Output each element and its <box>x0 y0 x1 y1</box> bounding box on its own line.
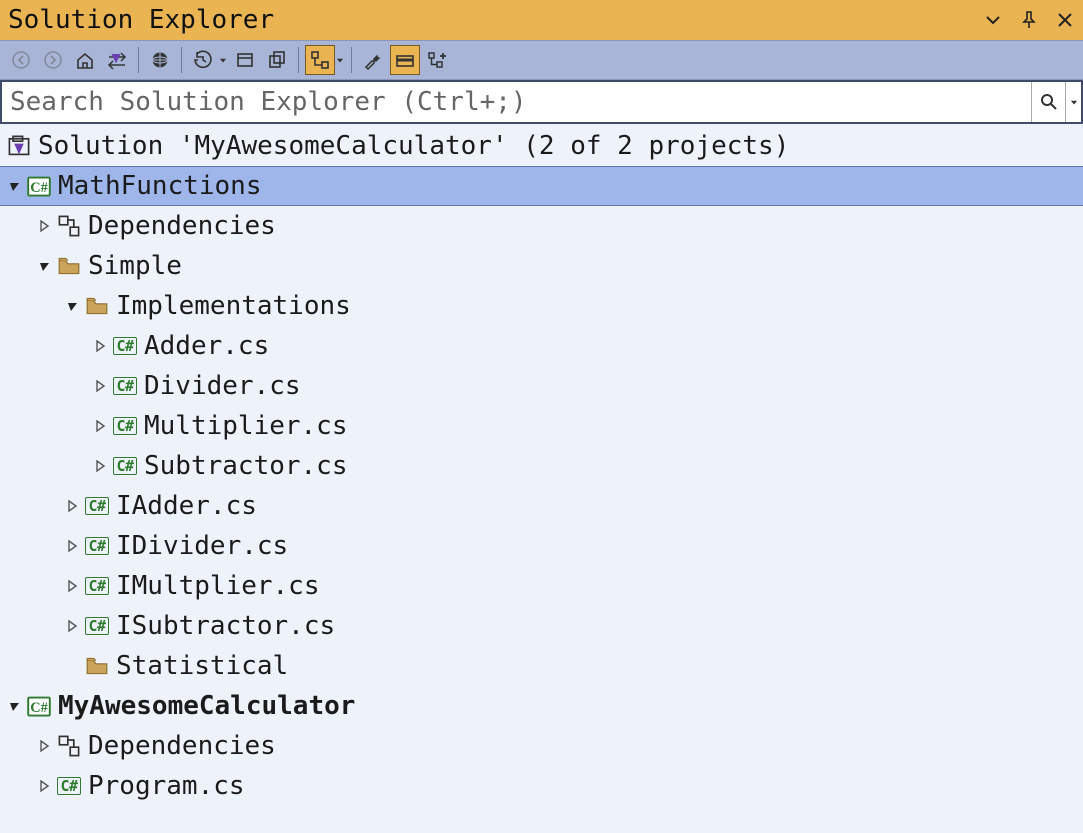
csharp-file-icon: C# <box>84 613 110 639</box>
csharp-project-icon <box>26 173 52 199</box>
filter-button[interactable] <box>145 45 175 75</box>
expander-closed-icon[interactable] <box>64 537 82 555</box>
expander-closed-icon[interactable] <box>36 777 54 795</box>
folder-label: Simple <box>88 253 182 279</box>
search-input[interactable] <box>2 87 1031 117</box>
file-label: Divider.cs <box>144 373 301 399</box>
project-node-mathfunctions[interactable]: MathFunctions <box>0 166 1083 206</box>
home-button[interactable] <box>70 45 100 75</box>
file-label: IMultplier.cs <box>116 573 320 599</box>
csharp-file-icon: C# <box>112 453 138 479</box>
toolbar <box>0 40 1083 80</box>
folder-node-statistical[interactable]: Statistical <box>0 646 1083 686</box>
csharp-file-icon: C# <box>112 413 138 439</box>
project-node-myawesomecalculator[interactable]: MyAwesomeCalculator <box>0 686 1083 726</box>
file-label: ISubtractor.cs <box>116 613 335 639</box>
forward-button[interactable] <box>38 45 68 75</box>
csharp-file-icon: C# <box>84 573 110 599</box>
folder-node-implementations[interactable]: Implementations <box>0 286 1083 326</box>
project-label: MyAwesomeCalculator <box>58 693 355 719</box>
solution-node[interactable]: Solution 'MyAwesomeCalculator' (2 of 2 p… <box>0 126 1083 166</box>
window-menu-button[interactable] <box>983 10 1003 30</box>
expander-closed-icon[interactable] <box>36 217 54 235</box>
search-bar <box>0 80 1083 124</box>
csharp-project-icon <box>26 693 52 719</box>
file-label: Adder.cs <box>144 333 269 359</box>
expander-none <box>64 657 82 675</box>
project-label: MathFunctions <box>58 173 262 199</box>
file-node[interactable]: C# Subtractor.cs <box>0 446 1083 486</box>
dependencies-label: Dependencies <box>88 733 276 759</box>
toolbar-separator <box>351 47 352 73</box>
file-node[interactable]: C# Multiplier.cs <box>0 406 1083 446</box>
expander-open-icon[interactable] <box>6 697 24 715</box>
file-node[interactable]: C# IAdder.cs <box>0 486 1083 526</box>
file-node[interactable]: C# ISubtractor.cs <box>0 606 1083 646</box>
expander-open-icon[interactable] <box>64 297 82 315</box>
pin-button[interactable] <box>1019 10 1039 30</box>
folder-label: Statistical <box>116 653 288 679</box>
dependencies-node[interactable]: Dependencies <box>0 206 1083 246</box>
solution-tree: Solution 'MyAwesomeCalculator' (2 of 2 p… <box>0 124 1083 806</box>
folder-icon <box>84 293 110 319</box>
expander-closed-icon[interactable] <box>92 377 110 395</box>
add-new-button[interactable] <box>422 45 452 75</box>
toolbar-separator <box>181 47 182 73</box>
file-label: IDivider.cs <box>116 533 288 559</box>
file-node[interactable]: C# IMultplier.cs <box>0 566 1083 606</box>
expander-closed-icon[interactable] <box>64 577 82 595</box>
folder-node-simple[interactable]: Simple <box>0 246 1083 286</box>
expander-closed-icon[interactable] <box>92 337 110 355</box>
toolbar-separator <box>298 47 299 73</box>
csharp-file-icon: C# <box>84 533 110 559</box>
collapse-all-button[interactable] <box>262 45 292 75</box>
csharp-file-icon: C# <box>112 373 138 399</box>
file-label: Subtractor.cs <box>144 453 348 479</box>
solution-label: Solution 'MyAwesomeCalculator' (2 of 2 p… <box>38 133 789 159</box>
file-node[interactable]: C# Adder.cs <box>0 326 1083 366</box>
folder-label: Implementations <box>116 293 351 319</box>
switch-views-button[interactable] <box>102 45 132 75</box>
solution-icon <box>6 133 32 159</box>
toolbar-separator <box>138 47 139 73</box>
expander-closed-icon[interactable] <box>92 417 110 435</box>
search-button[interactable] <box>1031 82 1065 122</box>
file-label: Program.cs <box>88 773 245 799</box>
file-node[interactable]: C# IDivider.cs <box>0 526 1083 566</box>
expander-closed-icon[interactable] <box>36 737 54 755</box>
dependencies-icon <box>56 733 82 759</box>
panel-title: Solution Explorer <box>8 5 983 35</box>
expander-closed-icon[interactable] <box>64 497 82 515</box>
close-button[interactable] <box>1055 10 1075 30</box>
preview-button[interactable] <box>390 45 420 75</box>
sync-active-button[interactable] <box>230 45 260 75</box>
expander-closed-icon[interactable] <box>92 457 110 475</box>
csharp-file-icon: C# <box>84 493 110 519</box>
dependencies-label: Dependencies <box>88 213 276 239</box>
search-options-dropdown[interactable] <box>1065 82 1081 122</box>
folder-icon <box>56 253 82 279</box>
pending-changes-button[interactable] <box>188 45 218 75</box>
csharp-file-icon: C# <box>112 333 138 359</box>
title-bar: Solution Explorer <box>0 0 1083 40</box>
expander-open-icon[interactable] <box>36 257 54 275</box>
pending-changes-dropdown[interactable] <box>218 55 228 65</box>
csharp-file-icon: C# <box>56 773 82 799</box>
file-node[interactable]: C# Divider.cs <box>0 366 1083 406</box>
file-label: IAdder.cs <box>116 493 257 519</box>
file-label: Multiplier.cs <box>144 413 348 439</box>
file-node[interactable]: C# Program.cs <box>0 766 1083 806</box>
folder-icon <box>84 653 110 679</box>
properties-button[interactable] <box>358 45 388 75</box>
expander-open-icon[interactable] <box>6 177 24 195</box>
show-all-files-dropdown[interactable] <box>335 55 345 65</box>
expander-closed-icon[interactable] <box>64 617 82 635</box>
show-all-files-button[interactable] <box>305 45 335 75</box>
dependencies-node[interactable]: Dependencies <box>0 726 1083 766</box>
dependencies-icon <box>56 213 82 239</box>
back-button[interactable] <box>6 45 36 75</box>
